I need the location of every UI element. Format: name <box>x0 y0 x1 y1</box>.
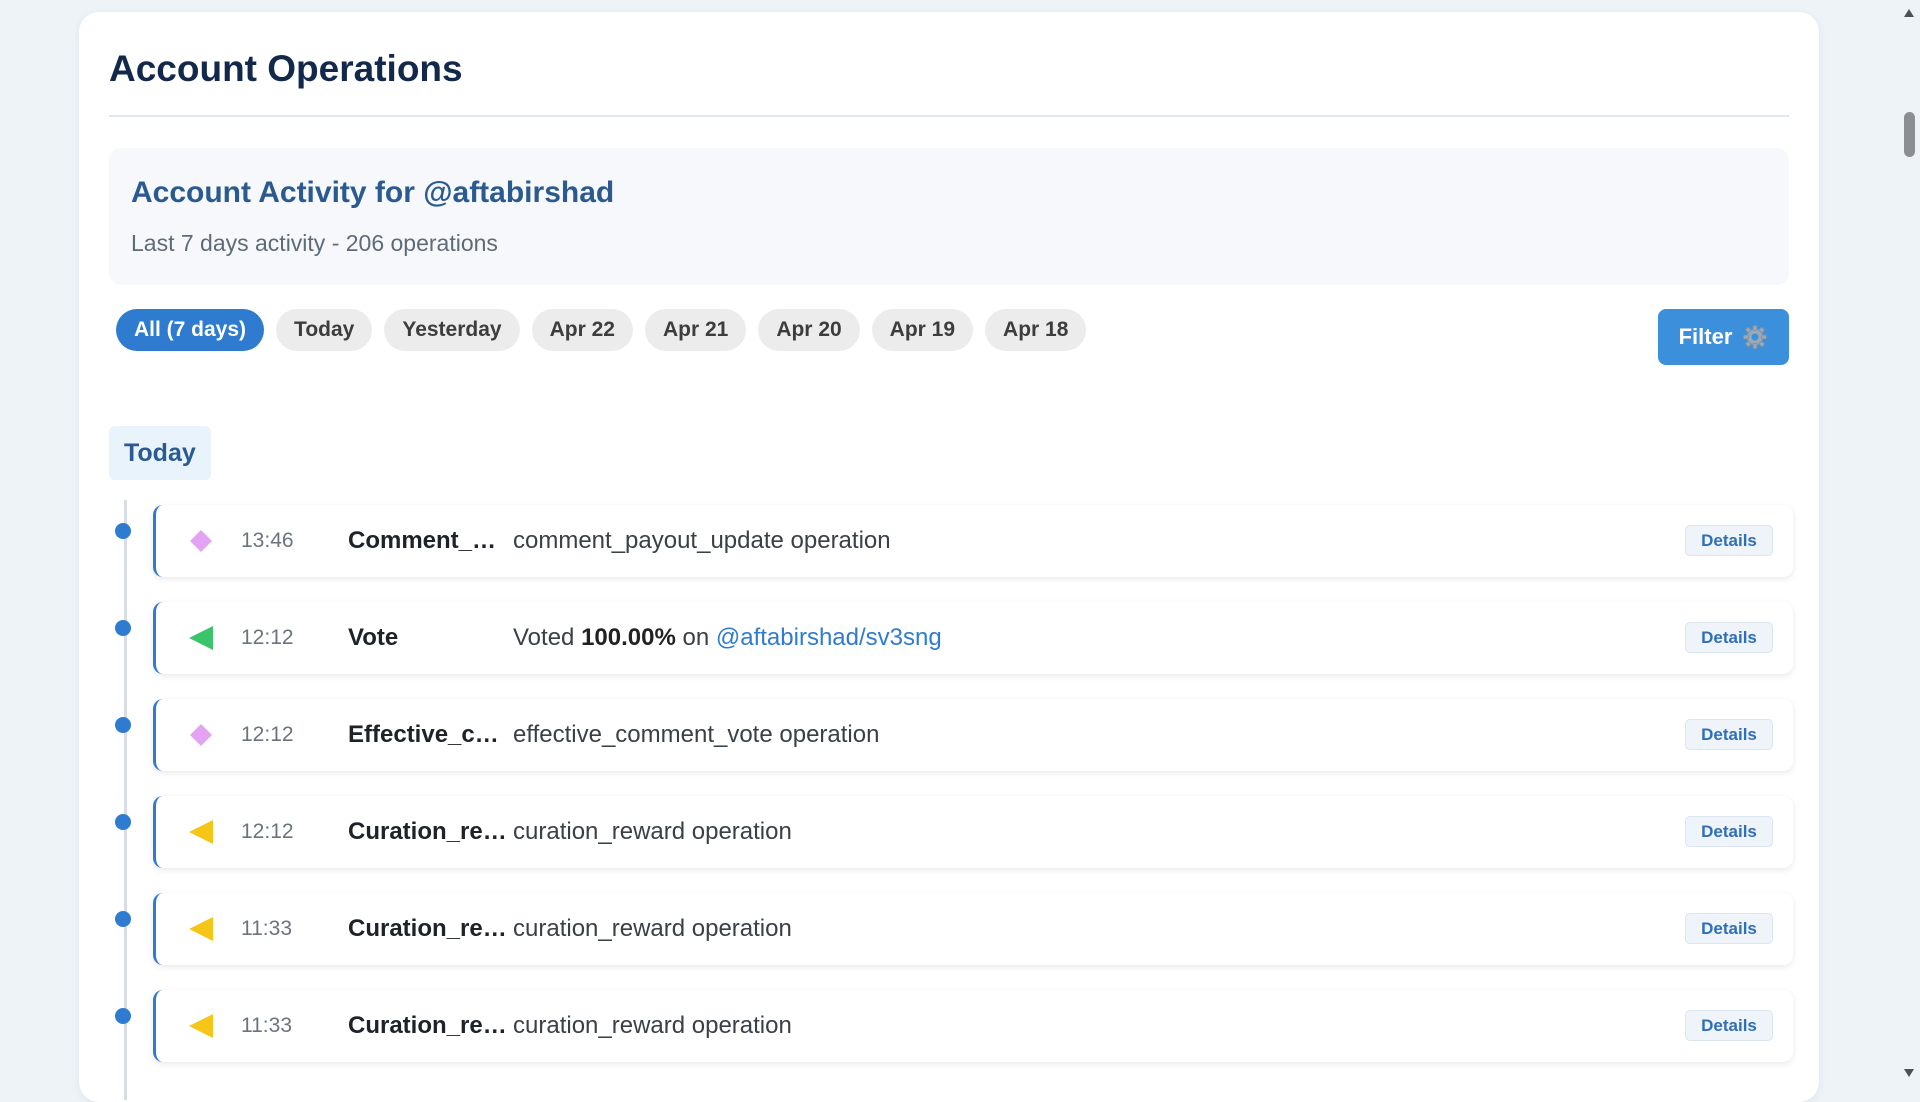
chip-apr-22[interactable]: Apr 22 <box>531 309 633 351</box>
operation-card: 12:12 Vote Voted 100.00% on @aftabirshad… <box>153 602 1793 674</box>
timeline-row: 13:46 Comment_payout_update comment_payo… <box>115 505 1795 577</box>
timeline-row: 11:33 Curation_reward curation_reward op… <box>115 893 1795 965</box>
filter-button[interactable]: Filter <box>1658 309 1789 365</box>
scroll-up-arrow-icon[interactable] <box>1903 5 1915 17</box>
timeline-row: 12:12 Vote Voted 100.00% on @aftabirshad… <box>115 602 1795 674</box>
operation-time: 12:12 <box>241 820 294 843</box>
details-button[interactable]: Details <box>1685 816 1773 847</box>
operation-type: Effective_comment_vote <box>348 721 510 748</box>
activity-subtitle: Last 7 days activity - 206 operations <box>131 230 498 256</box>
scroll-thumb[interactable] <box>1904 112 1915 157</box>
chip-today[interactable]: Today <box>276 309 373 351</box>
chip-apr-18[interactable]: Apr 18 <box>985 309 1087 351</box>
operation-card: 12:12 Curation_reward curation_reward op… <box>153 796 1793 868</box>
timeline-dot <box>115 1008 131 1024</box>
operation-time: 12:12 <box>241 626 294 649</box>
timeline-row: 12:12 Effective_comment_vote effective_c… <box>115 699 1795 771</box>
account-operations-card: Account Operations Account Activity for … <box>79 12 1819 1102</box>
timeline-dot <box>115 911 131 927</box>
operation-card: 12:12 Effective_comment_vote effective_c… <box>153 699 1793 771</box>
operation-type: Vote <box>348 624 399 651</box>
activity-heading: Account Activity for @aftabirshad <box>131 176 615 209</box>
operation-description: effective_comment_vote operation <box>513 721 880 748</box>
timeline-dot <box>115 814 131 830</box>
title-divider <box>109 115 1789 117</box>
operation-description: curation_reward operation <box>513 1012 792 1039</box>
operation-description: comment_payout_update operation <box>513 527 891 554</box>
operation-description: Voted 100.00% on @aftabirshad/sv3sng <box>513 624 942 652</box>
timeline-row: 12:12 Curation_reward curation_reward op… <box>115 796 1795 868</box>
page-title: Account Operations <box>109 48 463 89</box>
operation-card: 13:46 Comment_payout_update comment_payo… <box>153 505 1793 577</box>
vote-mid: on <box>682 624 710 651</box>
arrow-left-icon <box>187 1012 215 1040</box>
operation-description: curation_reward operation <box>513 818 792 845</box>
timeline-dot <box>115 717 131 733</box>
vote-prefix: Voted <box>513 624 575 651</box>
scroll-down-arrow-icon[interactable] <box>1903 1065 1915 1077</box>
operation-time: 12:12 <box>241 723 294 746</box>
chip-apr-21[interactable]: Apr 21 <box>644 309 747 351</box>
operation-card: 11:33 Curation_reward curation_reward op… <box>153 990 1793 1062</box>
diamond-icon <box>187 721 215 749</box>
operation-description: curation_reward operation <box>513 915 792 942</box>
operation-type: Curation_reward <box>348 915 510 942</box>
operation-type: Comment_payout_update <box>348 527 510 554</box>
post-link[interactable]: @aftabirshad/sv3sng <box>716 624 942 651</box>
operation-type: Curation_reward <box>348 1012 510 1039</box>
filter-button-label: Filter <box>1678 324 1733 349</box>
day-group-label: Today <box>109 426 211 480</box>
operation-time: 11:33 <box>241 1014 292 1037</box>
details-button[interactable]: Details <box>1685 1010 1773 1041</box>
details-button[interactable]: Details <box>1685 622 1773 653</box>
gear-icon <box>1742 324 1768 350</box>
chip-apr-20[interactable]: Apr 20 <box>758 309 860 351</box>
operation-time: 11:33 <box>241 917 292 940</box>
timeline-row: 11:33 Curation_reward curation_reward op… <box>115 990 1795 1062</box>
date-filter-chips: All (7 days) Today Yesterday Apr 22 Apr … <box>116 309 1087 351</box>
operation-card: 11:33 Curation_reward curation_reward op… <box>153 893 1793 965</box>
operation-type: Curation_reward <box>348 818 510 845</box>
chip-yesterday[interactable]: Yesterday <box>384 309 520 351</box>
chip-apr-19[interactable]: Apr 19 <box>871 309 974 351</box>
page-scrollbar[interactable] <box>1898 0 1920 1080</box>
vote-weight: 100.00% <box>581 624 676 651</box>
timeline-dot <box>115 620 131 636</box>
diamond-icon <box>187 527 215 555</box>
chip-all-7-days[interactable]: All (7 days) <box>116 309 265 351</box>
timeline-dot <box>115 523 131 539</box>
details-button[interactable]: Details <box>1685 525 1773 556</box>
details-button[interactable]: Details <box>1685 913 1773 944</box>
arrow-left-icon <box>187 915 215 943</box>
activity-summary: Account Activity for @aftabirshad Last 7… <box>109 148 1789 285</box>
arrow-left-icon <box>187 624 215 652</box>
details-button[interactable]: Details <box>1685 719 1773 750</box>
arrow-left-icon <box>187 818 215 846</box>
operation-time: 13:46 <box>241 529 294 552</box>
